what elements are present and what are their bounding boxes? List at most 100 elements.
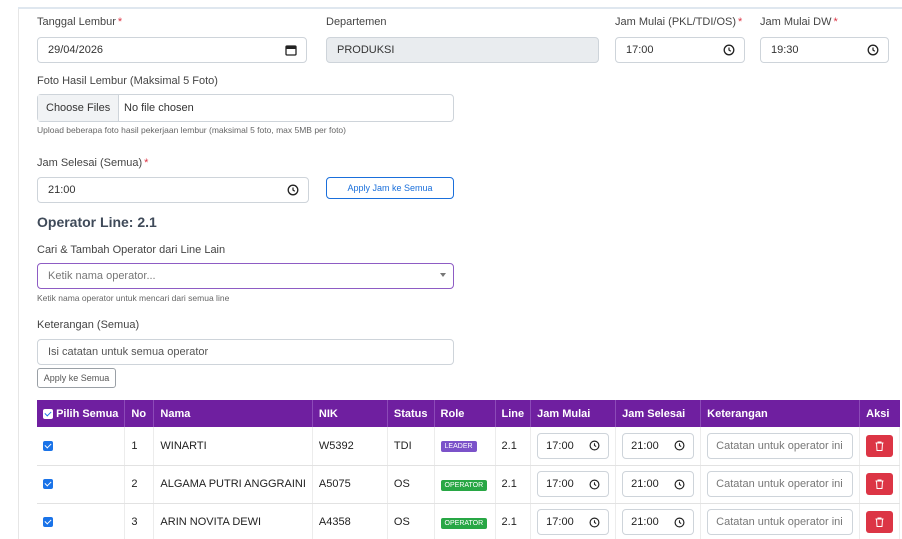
row-jam-mulai-cell: 17:00 — [530, 427, 617, 466]
jam-mulai-label: Jam Mulai (PKL/TDI/OS) * — [615, 16, 743, 28]
row-aksi-cell — [859, 465, 901, 504]
col-nama: Nama — [153, 400, 313, 427]
delete-button[interactable] — [866, 473, 894, 495]
table-row: 2 ALGAMA PUTRI ANGGRAINI A5075 OS OPERAT… — [37, 465, 901, 504]
table-row: 3 ARIN NOVITA DEWI A4358 OS OPERATOR 2.1… — [37, 503, 901, 539]
clock-icon[interactable] — [287, 184, 299, 196]
row-keterangan-cell: Catatan untuk operator ini — [700, 465, 861, 504]
role-badge: OPERATOR — [440, 479, 488, 491]
row-nik: W5392 — [312, 427, 388, 466]
row-nama: WINARTI — [153, 427, 313, 466]
checkbox-checked-icon[interactable] — [43, 517, 53, 528]
table-row: 1 WINARTI W5392 TDI LEADER 2.1 17:00 21:… — [37, 427, 901, 466]
row-line: 2.1 — [495, 427, 532, 466]
row-keterangan-input[interactable]: Catatan untuk operator ini — [707, 471, 854, 497]
tanggal-label: Tanggal Lembur * — [37, 16, 123, 28]
row-jam-selesai-cell: 21:00 — [615, 427, 702, 466]
row-select-cell[interactable] — [37, 503, 126, 539]
row-no: 2 — [124, 465, 155, 504]
checkbox-checked-icon[interactable] — [43, 440, 53, 451]
row-keterangan-cell: Catatan untuk operator ini — [700, 427, 861, 466]
row-jam-mulai-input[interactable]: 17:00 — [537, 509, 610, 535]
row-select-cell[interactable] — [37, 465, 126, 504]
tanggal-value: 29/04/2026 — [48, 44, 104, 56]
col-nik: NIK — [312, 400, 388, 427]
checkbox-checked-icon[interactable] — [43, 479, 53, 490]
jam-mulai-dw-value: 19:30 — [771, 44, 799, 56]
row-jam-selesai-cell: 21:00 — [615, 465, 702, 504]
row-jam-mulai-input[interactable]: 17:00 — [537, 471, 610, 497]
trash-icon — [875, 441, 884, 451]
row-keterangan-input[interactable]: Catatan untuk operator ini — [707, 509, 854, 535]
cari-operator-select[interactable]: Ketik nama operator... — [37, 263, 454, 289]
col-keterangan: Keterangan — [700, 400, 861, 427]
choose-files-button[interactable]: Choose Files — [38, 95, 120, 121]
row-jam-mulai-input[interactable]: 17:00 — [537, 432, 610, 459]
row-nik: A5075 — [312, 465, 388, 504]
foto-help-text: Upload beberapa foto hasil pekerjaan lem… — [37, 125, 346, 135]
delete-button[interactable] — [866, 511, 894, 533]
jam-selesai-value: 21:00 — [48, 184, 76, 196]
row-no: 1 — [124, 427, 155, 466]
apply-ket-button[interactable]: Apply ke Semua — [37, 368, 116, 388]
col-no: No — [124, 400, 155, 427]
role-badge: LEADER — [440, 441, 477, 453]
tanggal-input[interactable]: 29/04/2026 — [37, 37, 307, 63]
cari-help-text: Ketik nama operator untuk mencari dari s… — [37, 293, 230, 303]
row-jam-selesai-input[interactable]: 21:00 — [622, 432, 695, 459]
jam-selesai-input[interactable]: 21:00 — [37, 177, 309, 203]
departemen-input: PRODUKSI — [326, 37, 599, 63]
row-nik: A4358 — [312, 503, 388, 539]
row-select-cell[interactable] — [37, 427, 126, 466]
apply-jam-button[interactable]: Apply Jam ke Semua — [326, 177, 454, 199]
clock-icon[interactable] — [674, 440, 685, 451]
calendar-icon[interactable] — [285, 44, 297, 56]
departemen-value: PRODUKSI — [337, 44, 395, 56]
col-pilih-semua[interactable]: Pilih Semua — [37, 400, 126, 427]
clock-icon[interactable] — [589, 479, 600, 490]
clock-icon[interactable] — [589, 440, 600, 451]
row-role-cell: OPERATOR — [434, 503, 496, 539]
row-nama: ARIN NOVITA DEWI — [153, 503, 313, 539]
col-status: Status — [387, 400, 435, 427]
foto-label: Foto Hasil Lembur (Maksimal 5 Foto) — [37, 75, 218, 87]
operator-line-title: Operator Line: 2.1 — [37, 214, 157, 230]
keterangan-input[interactable]: Isi catatan untuk semua operator — [37, 339, 454, 365]
row-jam-selesai-input[interactable]: 21:00 — [622, 509, 695, 535]
clock-icon[interactable] — [867, 44, 879, 56]
trash-icon — [875, 517, 884, 527]
col-jam-selesai: Jam Selesai — [615, 400, 702, 427]
row-role-cell: LEADER — [434, 427, 496, 466]
clock-icon[interactable] — [723, 44, 735, 56]
row-status: OS — [387, 503, 435, 539]
cari-label: Cari & Tambah Operator dari Line Lain — [37, 244, 226, 256]
row-status: TDI — [387, 427, 435, 466]
row-keterangan-input[interactable]: Catatan untuk operator ini — [707, 432, 854, 459]
jam-selesai-label: Jam Selesai (Semua) * — [37, 157, 149, 169]
keterangan-placeholder: Isi catatan untuk semua operator — [48, 346, 209, 358]
jam-mulai-dw-input[interactable]: 19:30 — [760, 37, 889, 63]
clock-icon[interactable] — [589, 517, 600, 528]
jam-mulai-input[interactable]: 17:00 — [615, 37, 745, 63]
clock-icon[interactable] — [674, 479, 685, 490]
col-line: Line — [495, 400, 532, 427]
row-line: 2.1 — [495, 503, 532, 539]
checkbox-checked-icon[interactable] — [43, 408, 53, 419]
delete-button[interactable] — [866, 434, 894, 457]
row-no: 3 — [124, 503, 155, 539]
file-input[interactable]: Choose Files No file chosen — [37, 94, 454, 122]
row-keterangan-cell: Catatan untuk operator ini — [700, 503, 861, 539]
departemen-label: Departemen — [326, 16, 387, 28]
file-status: No file chosen — [124, 102, 194, 114]
row-aksi-cell — [859, 503, 901, 539]
row-jam-selesai-input[interactable]: 21:00 — [622, 471, 695, 497]
role-badge: OPERATOR — [440, 517, 488, 529]
row-jam-mulai-cell: 17:00 — [530, 503, 617, 539]
row-jam-selesai-cell: 21:00 — [615, 503, 702, 539]
keterangan-label: Keterangan (Semua) — [37, 319, 140, 331]
cari-placeholder: Ketik nama operator... — [48, 270, 156, 282]
clock-icon[interactable] — [674, 517, 685, 528]
operator-table: Pilih Semua No Nama NIK Status Role Line… — [37, 400, 901, 539]
row-aksi-cell — [859, 427, 901, 466]
row-jam-mulai-cell: 17:00 — [530, 465, 617, 504]
